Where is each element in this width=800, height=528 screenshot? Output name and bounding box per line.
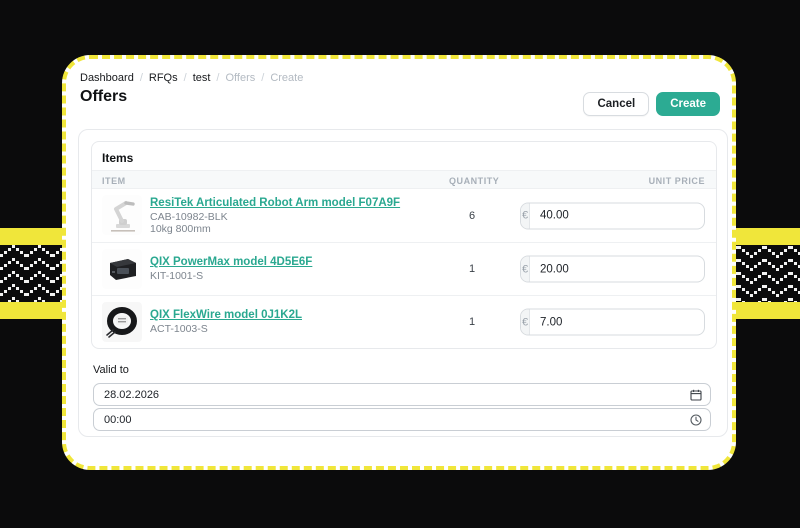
unit-price-input[interactable]	[530, 203, 704, 228]
breadcrumb: Dashboard / RFQs / test / Offers / Creat…	[80, 72, 303, 84]
valid-to-date-field	[93, 383, 711, 406]
column-header-quantity: QUANTITY	[449, 176, 495, 186]
product-attributes: 10kg 800mm	[150, 223, 400, 235]
clock-icon[interactable]	[690, 414, 702, 426]
breadcrumb-test[interactable]: test	[193, 72, 211, 84]
product-info: QIX PowerMax model 4D5E6F KIT-1001-S	[150, 256, 312, 282]
table-header: ITEM QUANTITY UNIT PRICE	[92, 170, 716, 189]
page-title: Offers	[80, 88, 127, 106]
time-input[interactable]	[94, 409, 710, 430]
currency-prefix: €	[521, 310, 530, 335]
product-image-power-supply	[102, 249, 142, 289]
breadcrumb-dashboard[interactable]: Dashboard	[80, 72, 134, 84]
unit-price-input[interactable]	[530, 257, 704, 282]
column-header-unit-price: UNIT PRICE	[649, 176, 705, 186]
quantity-value: 1	[449, 316, 495, 328]
product-sku: KIT-1001-S	[150, 270, 312, 282]
product-info: ResiTek Articulated Robot Arm model F07A…	[150, 197, 400, 235]
quantity-value: 1	[449, 263, 495, 275]
unit-price-input[interactable]	[530, 310, 704, 335]
breadcrumb-separator: /	[140, 72, 143, 84]
valid-to-label: Valid to	[93, 364, 713, 376]
product-link[interactable]: QIX FlexWire model 0J1K2L	[150, 309, 302, 321]
breadcrumb-separator: /	[184, 72, 187, 84]
unit-price-field: €	[520, 202, 705, 229]
table-row: QIX PowerMax model 4D5E6F KIT-1001-S 1 €	[92, 242, 716, 295]
offer-form-container: Items ITEM QUANTITY UNIT PRICE	[78, 129, 728, 437]
currency-prefix: €	[521, 203, 530, 228]
date-input[interactable]	[94, 384, 710, 405]
product-image-cable-coil	[102, 302, 142, 342]
breadcrumb-rfqs[interactable]: RFQs	[149, 72, 178, 84]
unit-price-field: €	[520, 309, 705, 336]
table-row: QIX FlexWire model 0J1K2L ACT-1003-S 1 €	[92, 295, 716, 348]
calendar-icon[interactable]	[690, 389, 702, 401]
product-sku: ACT-1003-S	[150, 323, 302, 335]
breadcrumb-separator: /	[216, 72, 219, 84]
cancel-button[interactable]: Cancel	[583, 92, 649, 116]
unit-price-field: €	[520, 256, 705, 283]
breadcrumb-create: Create	[270, 72, 303, 84]
breadcrumb-separator: /	[261, 72, 264, 84]
valid-to-time-field	[93, 408, 711, 431]
column-header-item: ITEM	[102, 176, 126, 186]
header-actions: Cancel Create	[583, 92, 720, 116]
product-link[interactable]: QIX PowerMax model 4D5E6F	[150, 256, 312, 268]
offer-create-card: Dashboard / RFQs / test / Offers / Creat…	[62, 55, 736, 470]
items-section-title: Items	[92, 142, 716, 170]
product-image-robot-arm	[102, 195, 142, 235]
create-button[interactable]: Create	[656, 92, 720, 116]
product-info: QIX FlexWire model 0J1K2L ACT-1003-S	[150, 309, 302, 335]
breadcrumb-offers: Offers	[225, 72, 255, 84]
table-row: ResiTek Articulated Robot Arm model F07A…	[92, 189, 716, 242]
product-link[interactable]: ResiTek Articulated Robot Arm model F07A…	[150, 197, 400, 209]
currency-prefix: €	[521, 257, 530, 282]
product-sku: CAB-10982-BLK	[150, 211, 400, 223]
items-panel: Items ITEM QUANTITY UNIT PRICE	[91, 141, 717, 349]
quantity-value: 6	[449, 210, 495, 222]
